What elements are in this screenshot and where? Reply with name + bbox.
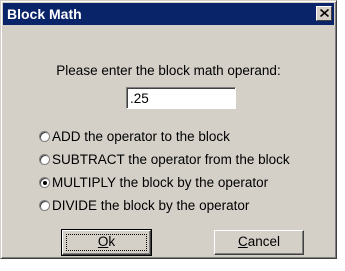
radio-divide[interactable] (39, 199, 50, 211)
close-icon (320, 9, 329, 17)
radio-subtract[interactable] (39, 153, 50, 165)
option-multiply[interactable]: MULTIPLY the block by the operator (39, 173, 268, 191)
title-bar[interactable]: Block Math (3, 3, 334, 25)
option-divide-label: DIVIDE the block by the operator (52, 197, 250, 213)
option-subtract-label: SUBTRACT the operator from the block (52, 151, 290, 167)
ok-label-rest: k (108, 234, 116, 249)
option-subtract[interactable]: SUBTRACT the operator from the block (39, 150, 290, 168)
cancel-button[interactable]: Cancel (214, 230, 304, 255)
operand-prompt: Please enter the block math operand: (56, 63, 281, 78)
radio-multiply[interactable] (39, 176, 50, 188)
option-add[interactable]: ADD the operator to the block (39, 127, 230, 145)
window-title: Block Math (7, 6, 82, 22)
cancel-label-rest: ancel (247, 234, 281, 249)
ok-button[interactable]: Ok (61, 229, 152, 256)
ok-mnemonic: O (97, 234, 109, 249)
block-math-dialog: Block Math Please enter the block math o… (0, 0, 337, 259)
option-divide[interactable]: DIVIDE the block by the operator (39, 196, 249, 214)
close-button[interactable] (316, 6, 332, 21)
operand-input[interactable] (126, 87, 236, 109)
cancel-mnemonic: C (237, 234, 248, 249)
option-multiply-label: MULTIPLY the block by the operator (52, 174, 269, 190)
option-add-label: ADD the operator to the block (52, 128, 230, 144)
radio-add[interactable] (39, 130, 50, 142)
